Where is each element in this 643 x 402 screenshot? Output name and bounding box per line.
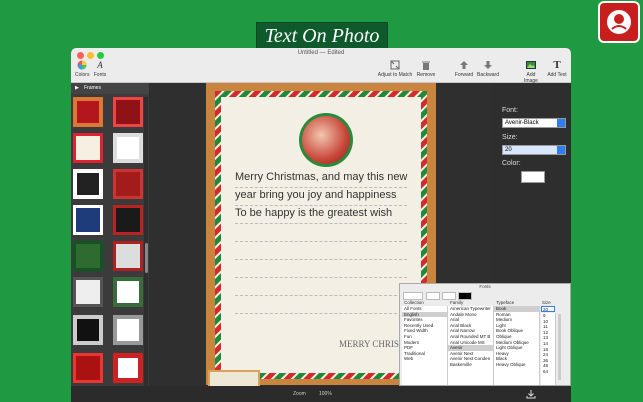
list-item[interactable]: 64 — [541, 369, 555, 375]
arrow-down-icon — [484, 61, 492, 69]
forward-label: Forward — [454, 72, 474, 78]
size-label: Size: — [502, 134, 518, 141]
collection-list[interactable]: All Fonts English Favorites Recently Use… — [402, 306, 448, 385]
frame-thumbnail[interactable] — [73, 169, 103, 199]
sidebar-scroll-thumb[interactable] — [145, 243, 148, 273]
letter-line-3[interactable]: To be happy is the greatest wish — [235, 207, 392, 219]
window-title: Untitled — Edited — [297, 50, 345, 56]
backward-label: Backward — [477, 72, 499, 78]
ruled-line — [235, 295, 407, 296]
colors-label: Colors — [75, 72, 90, 78]
size-list[interactable]: 9 10 11 12 13 14 18 24 36 48 64 — [541, 313, 556, 385]
frames-sidebar: ▶ Frames — [71, 83, 149, 402]
ruled-line — [235, 223, 407, 224]
image-icon — [526, 61, 536, 69]
ruled-line — [235, 277, 407, 278]
size-field[interactable]: 20 — [541, 306, 555, 312]
adjust-to-match-button[interactable]: Adjust to Match — [375, 60, 415, 78]
list-item[interactable]: Heavy Oblique — [494, 362, 539, 368]
forward-button[interactable]: Forward — [453, 60, 475, 78]
trash-icon — [422, 61, 430, 70]
collection-header: Collection — [404, 300, 424, 305]
typeface-header: Typeface — [496, 300, 515, 305]
font-select-value: Avenir-Black — [505, 120, 539, 126]
toolbar: Untitled — Edited Colors A Fonts Adjust … — [71, 48, 571, 84]
color-wheel-icon — [77, 60, 87, 70]
family-list[interactable]: American Typewriter Andale Mono Arial Ar… — [448, 306, 494, 385]
backward-button[interactable]: Backward — [475, 60, 501, 78]
family-header: Family — [450, 300, 464, 305]
status-bar: Zoom 100% — [71, 386, 571, 402]
frame-thumbnail[interactable] — [113, 241, 143, 271]
share-icon[interactable] — [526, 389, 536, 399]
font-icon: A — [97, 60, 103, 70]
document-color-button[interactable] — [442, 292, 456, 300]
stepper-icon — [557, 146, 565, 154]
frame-thumbnail[interactable] — [73, 241, 103, 271]
size-input-value: 20 — [505, 147, 512, 153]
letter-line-1[interactable]: Merry Christmas, and may this new — [235, 171, 407, 183]
list-item[interactable]: Baskerville — [448, 362, 493, 368]
disclosure-triangle-icon: ▶ — [75, 85, 79, 91]
size-slider[interactable] — [558, 314, 561, 380]
list-item[interactable]: Arial Rounded MT B — [448, 334, 493, 340]
photo-circle[interactable] — [299, 113, 353, 167]
text-color-button[interactable] — [426, 292, 440, 300]
colors-button[interactable]: Colors — [75, 60, 89, 78]
text-icon: T — [553, 59, 561, 71]
ruled-line — [235, 187, 407, 188]
frame-thumbnail[interactable] — [73, 315, 103, 345]
ruled-line — [235, 205, 407, 206]
frame-thumbnail[interactable] — [113, 315, 143, 345]
add-text-button[interactable]: T Add Text — [545, 59, 569, 79]
fonts-panel-title: Fonts — [479, 284, 491, 289]
typeface-list[interactable]: Book Roman Medium Light Book Oblique Obl… — [494, 306, 540, 385]
frames-header-label: Frames — [84, 85, 101, 91]
resize-icon — [390, 60, 400, 70]
remove-button[interactable]: Remove — [415, 60, 437, 78]
gear-icon[interactable] — [403, 292, 423, 300]
frame-thumbnail[interactable] — [73, 353, 103, 383]
letter-paper[interactable]: Merry Christmas, and may this new year b… — [215, 91, 427, 379]
frame-thumbnail[interactable] — [73, 97, 103, 127]
font-label: Font: — [502, 107, 518, 114]
frame-thumbnail[interactable] — [73, 277, 103, 307]
frame-thumbnail[interactable] — [113, 277, 143, 307]
family-photo — [302, 116, 350, 164]
fonts-button[interactable]: A Fonts — [93, 60, 107, 78]
chevron-down-icon — [557, 119, 565, 127]
app-logo-icon — [598, 1, 640, 43]
color-swatch[interactable] — [521, 171, 545, 183]
font-select[interactable]: Avenir-Black — [502, 118, 566, 128]
shadow-button[interactable] — [458, 292, 472, 300]
frame-thumbnail[interactable] — [73, 205, 103, 235]
color-label: Color: — [502, 160, 521, 167]
ruled-line — [235, 259, 407, 260]
frame-thumbnail[interactable] — [113, 133, 143, 163]
zoom-value[interactable]: 100% — [319, 391, 332, 397]
ruled-line — [235, 313, 407, 314]
arrow-up-icon — [460, 61, 468, 69]
frame-thumbnail[interactable] — [113, 97, 143, 127]
ruled-line — [235, 241, 407, 242]
zoom-label: Zoom — [293, 391, 306, 397]
size-input[interactable]: 20 — [502, 145, 566, 155]
frame-thumbnail[interactable] — [73, 133, 103, 163]
list-item[interactable]: Web — [402, 356, 447, 362]
remove-label: Remove — [416, 72, 436, 78]
letter-line-2[interactable]: year bring you joy and happiness — [235, 189, 396, 201]
list-item[interactable]: American Typewriter — [448, 306, 493, 312]
add-image-button[interactable]: Add Image — [519, 60, 543, 84]
frame-thumbnail[interactable] — [113, 169, 143, 199]
add-text-label: Add Text — [547, 72, 567, 78]
frames-header[interactable]: ▶ Frames — [71, 83, 149, 94]
fonts-label: Fonts — [93, 72, 107, 78]
frame-thumbnail[interactable] — [113, 205, 143, 235]
frame-thumbnail[interactable] — [113, 353, 143, 383]
app-banner-title: Text On Photo — [256, 22, 388, 50]
fonts-panel: Fonts Collection Family Typeface Size Al… — [399, 283, 571, 386]
adjust-label: Adjust to Match — [377, 72, 413, 78]
size-header: Size — [542, 300, 551, 305]
